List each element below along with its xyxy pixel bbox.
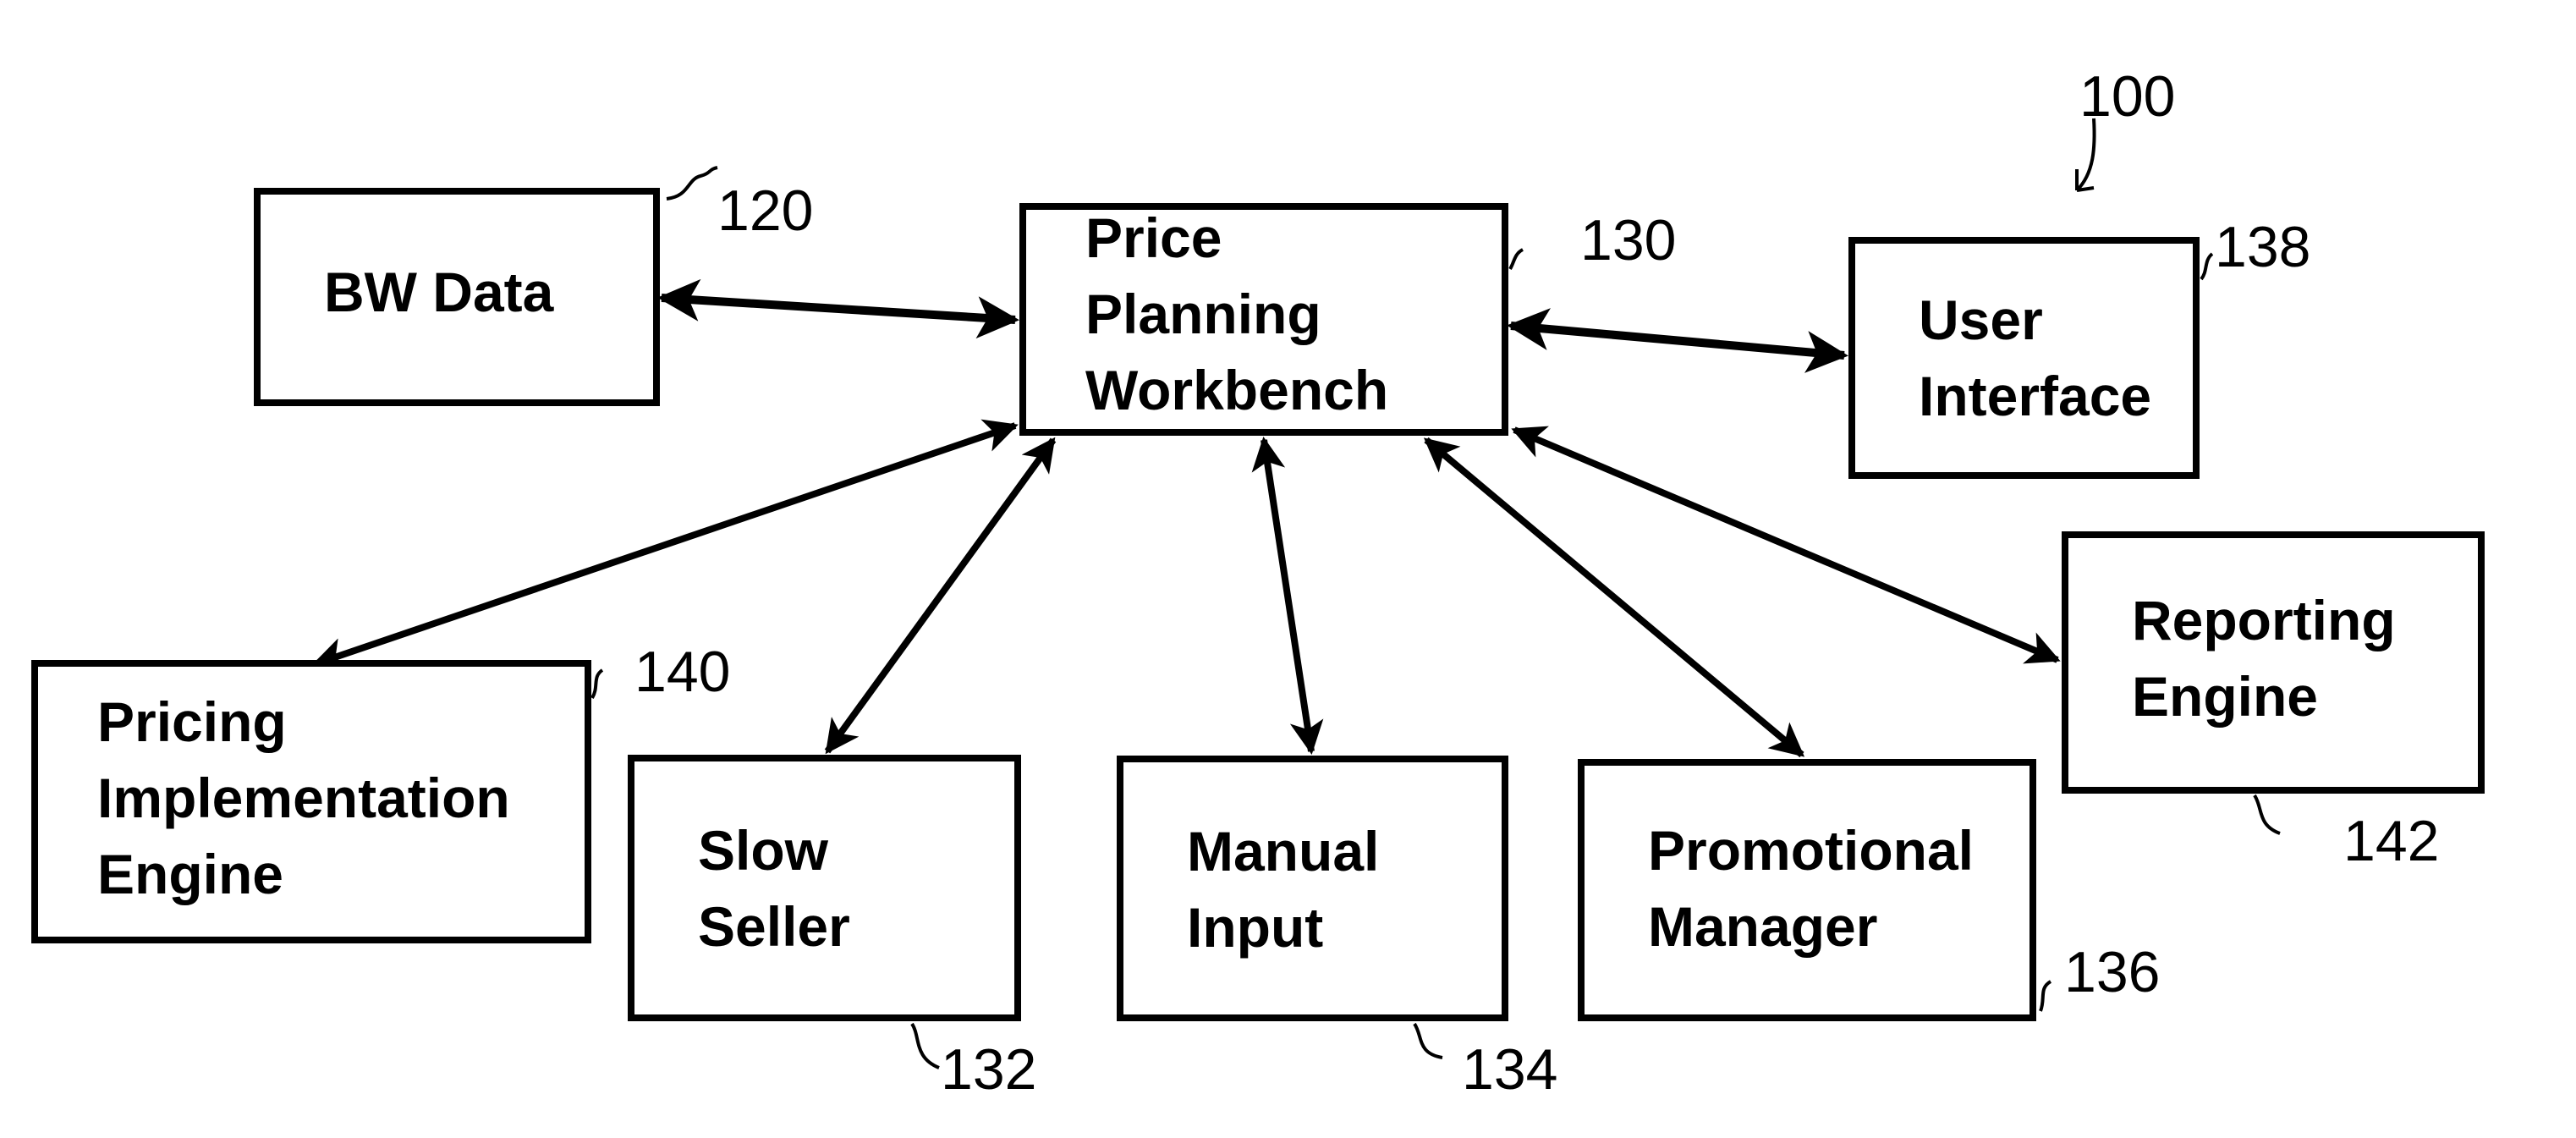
manual-input-ref: 134 [1462,1037,1558,1102]
reporting-engine-ref: 142 [2343,809,2440,873]
user-interface-ref: 138 [2215,215,2311,279]
price-planning-workbench-label: Price Planning Workbench [1085,206,1389,421]
price-planning-workbench-box: Price Planning Workbench [1019,203,1508,436]
reporting-engine-label: Reporting Engine [2132,589,2396,728]
user-interface-label: User Interface [1919,289,2152,427]
figure-reference-label: 100 [2079,64,2176,129]
leader-140 [590,668,604,700]
bw-data-label: BW Data [324,261,554,323]
reporting-engine-box: Reporting Engine [2062,531,2485,794]
edge-workbench-slow-seller [824,437,1057,755]
slow-seller-ref: 132 [941,1037,1037,1102]
pricing-implementation-engine-ref: 140 [634,640,731,704]
edge-workbench-pricing-engine [311,419,1019,671]
edge-workbench-promotional-manager [1423,437,1805,758]
leader-138 [2200,252,2214,281]
edge-bw-data-workbench [657,278,1019,339]
bw-data-box: BW Data [254,188,660,406]
price-planning-workbench-ref: 130 [1580,208,1677,272]
user-interface-box: User Interface [1848,237,2200,479]
promotional-manager-box: Promotional Manager [1578,759,2036,1021]
edge-workbench-user-interface [1507,308,1848,373]
leader-134 [1413,1022,1443,1059]
edge-workbench-manual-input [1251,437,1324,755]
pricing-implementation-engine-label: Pricing Implementation Engine [97,690,510,905]
figure-pointer-arrow [2075,118,2096,192]
manual-input-box: Manual Input [1117,756,1508,1021]
leader-132 [910,1022,940,1069]
leader-120 [666,166,718,201]
bw-data-ref: 120 [717,179,814,243]
leader-136 [2039,980,2052,1012]
promotional-manager-label: Promotional Manager [1648,819,1975,958]
manual-input-label: Manual Input [1187,820,1380,959]
pricing-implementation-engine-box: Pricing Implementation Engine [31,660,591,943]
leader-142 [2253,794,2281,835]
slow-seller-box: Slow Seller [628,755,1021,1021]
promotional-manager-ref: 136 [2064,940,2161,1004]
slow-seller-label: Slow Seller [698,819,850,958]
leader-130 [1508,248,1524,271]
